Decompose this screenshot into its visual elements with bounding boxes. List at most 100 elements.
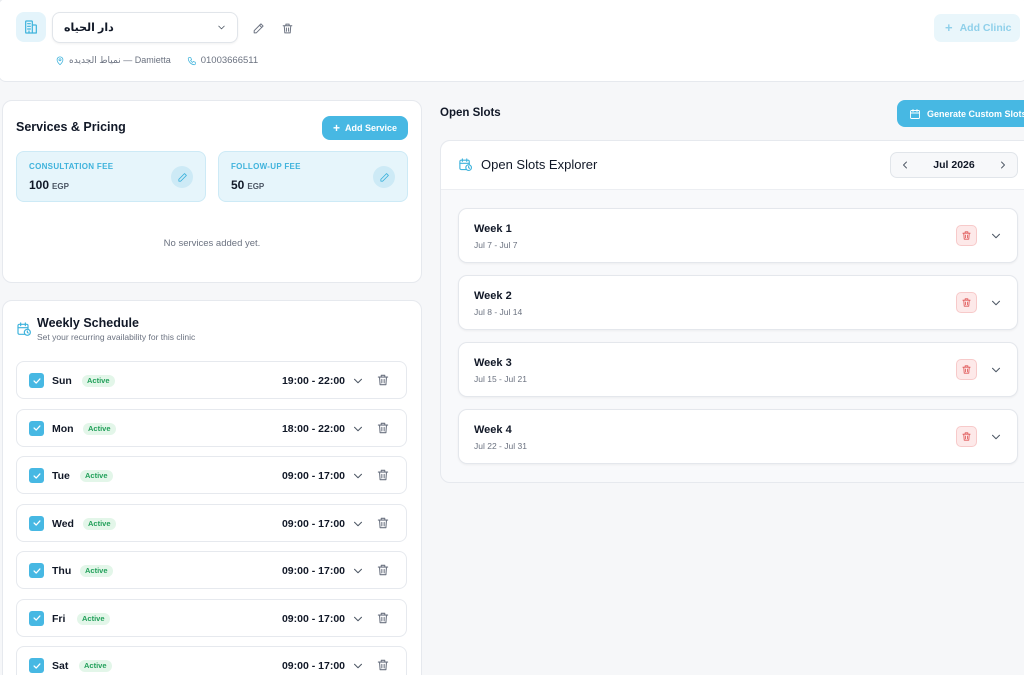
delete-week-button[interactable] — [956, 359, 977, 380]
status-badge: Active — [83, 422, 116, 435]
trash-icon[interactable] — [376, 421, 390, 435]
schedule-title: Weekly Schedule — [37, 316, 139, 330]
day-name: Sun — [52, 375, 72, 387]
edit-clinic-button[interactable] — [248, 18, 268, 38]
day-checkbox[interactable] — [29, 658, 44, 673]
status-badge: Active — [80, 470, 113, 482]
chevron-down-icon[interactable] — [351, 422, 365, 436]
edit-consultation-fee-button[interactable] — [171, 166, 193, 188]
trash-icon[interactable] — [376, 516, 390, 530]
calendar-clock-icon — [458, 157, 473, 172]
check-icon — [32, 377, 41, 384]
chevron-down-icon — [218, 25, 225, 30]
day-hours: 19:00 - 22:00 — [281, 375, 345, 387]
day-name: Sat — [52, 660, 69, 672]
chevron-left-icon[interactable] — [899, 159, 911, 171]
chevron-down-icon[interactable] — [351, 374, 365, 388]
day-checkbox[interactable] — [29, 515, 44, 531]
day-hours: 09:00 - 17:00 — [281, 470, 345, 482]
status-badge: Active — [77, 612, 110, 625]
clinic-select[interactable]: دار الحياه — [52, 12, 238, 43]
add-service-button[interactable]: + Add Service — [322, 116, 408, 140]
week-range: Jul 8 - Jul 14 — [474, 307, 523, 317]
services-title: Services & Pricing — [16, 120, 126, 134]
add-clinic-button[interactable]: + Add Clinic — [934, 14, 1020, 42]
map-pin-icon — [56, 56, 64, 65]
schedule-day-row: Tue Active 09:00 - 17:00 — [16, 456, 407, 494]
schedule-day-row: Sun Active 19:00 - 22:00 — [16, 361, 407, 399]
trash-icon[interactable] — [376, 373, 390, 387]
pencil-icon — [379, 172, 389, 182]
trash-icon[interactable] — [376, 468, 390, 482]
week-name: Week 2 — [474, 290, 512, 302]
chevron-down-icon[interactable] — [989, 229, 1003, 243]
week-card[interactable]: Week 2 Jul 8 - Jul 14 — [458, 275, 1018, 330]
week-range: Jul 22 - Jul 31 — [474, 441, 527, 451]
day-checkbox[interactable] — [29, 610, 44, 626]
trash-icon[interactable] — [376, 563, 390, 577]
generate-custom-slots-button[interactable]: Generate Custom Slots — [897, 100, 1024, 127]
consultation-fee-currency: EGP — [52, 182, 69, 191]
week-name: Week 1 — [474, 223, 512, 235]
followup-fee-label: FOLLOW-UP FEE — [231, 162, 301, 171]
day-checkbox[interactable] — [29, 563, 44, 578]
trash-icon — [962, 298, 971, 307]
schedule-day-row: Sat Active 09:00 - 17:00 — [16, 646, 407, 675]
delete-week-button[interactable] — [956, 426, 977, 447]
phone-icon — [187, 56, 196, 65]
check-icon — [32, 472, 41, 479]
calendar-clock-icon — [16, 321, 32, 337]
week-range: Jul 7 - Jul 7 — [474, 240, 518, 250]
chevron-down-icon[interactable] — [351, 517, 365, 531]
chevron-down-icon[interactable] — [989, 363, 1003, 377]
clinic-address: نمياط الجديده — Damietta — [69, 55, 171, 65]
plus-icon: + — [945, 20, 953, 35]
pencil-icon — [177, 172, 187, 182]
followup-fee-card: FOLLOW-UP FEE 50 EGP — [218, 151, 408, 202]
trash-icon — [962, 432, 971, 441]
delete-week-button[interactable] — [956, 225, 977, 246]
explorer-title: Open Slots Explorer — [481, 157, 598, 172]
week-card[interactable]: Week 1 Jul 7 - Jul 7 — [458, 208, 1018, 263]
delete-week-button[interactable] — [956, 292, 977, 313]
check-icon — [32, 520, 41, 526]
day-checkbox[interactable] — [29, 373, 44, 388]
schedule-day-row: Mon Active 18:00 - 22:00 — [16, 408, 407, 447]
trash-icon[interactable] — [376, 658, 390, 672]
followup-fee-amount: 50 — [231, 178, 245, 192]
followup-fee-currency: EGP — [247, 182, 265, 191]
chevron-down-icon[interactable] — [351, 659, 365, 673]
clinic-select-value: دار الحياه — [64, 22, 114, 34]
day-hours: 09:00 - 17:00 — [281, 517, 345, 530]
no-services-text: No services added yet. — [163, 238, 261, 249]
week-range: Jul 15 - Jul 21 — [474, 374, 527, 384]
trash-icon — [962, 231, 971, 240]
generate-custom-slots-label: Generate Custom Slots — [927, 108, 1024, 119]
month-label: Jul 2026 — [933, 159, 975, 171]
trash-icon[interactable] — [376, 611, 390, 625]
week-card[interactable]: Week 3 Jul 15 - Jul 21 — [458, 342, 1018, 397]
chevron-down-icon[interactable] — [351, 612, 365, 626]
open-slots-title: Open Slots — [440, 107, 501, 119]
day-hours: 18:00 - 22:00 — [281, 422, 345, 435]
consultation-fee-label: CONSULTATION FEE — [29, 162, 114, 171]
check-icon — [32, 425, 41, 431]
status-badge: Active — [82, 375, 115, 387]
day-checkbox[interactable] — [29, 468, 44, 483]
chevron-down-icon[interactable] — [351, 564, 365, 578]
day-hours: 09:00 - 17:00 — [281, 612, 345, 625]
consultation-fee-amount: 100 — [29, 178, 50, 192]
week-card[interactable]: Week 4 Jul 22 - Jul 31 — [458, 409, 1018, 464]
day-checkbox[interactable] — [29, 420, 44, 436]
add-clinic-label: Add Clinic — [959, 22, 1012, 34]
schedule-day-row: Fri Active 09:00 - 17:00 — [16, 598, 407, 637]
consultation-fee-card: CONSULTATION FEE 100 EGP — [16, 151, 206, 202]
add-service-label: Add Service — [344, 123, 398, 133]
chevron-down-icon[interactable] — [989, 430, 1003, 444]
edit-followup-fee-button[interactable] — [373, 166, 395, 188]
day-hours: 09:00 - 17:00 — [281, 660, 345, 672]
delete-clinic-button[interactable] — [277, 18, 297, 38]
chevron-down-icon[interactable] — [351, 469, 365, 483]
chevron-down-icon[interactable] — [989, 296, 1003, 310]
chevron-right-icon[interactable] — [997, 159, 1009, 171]
